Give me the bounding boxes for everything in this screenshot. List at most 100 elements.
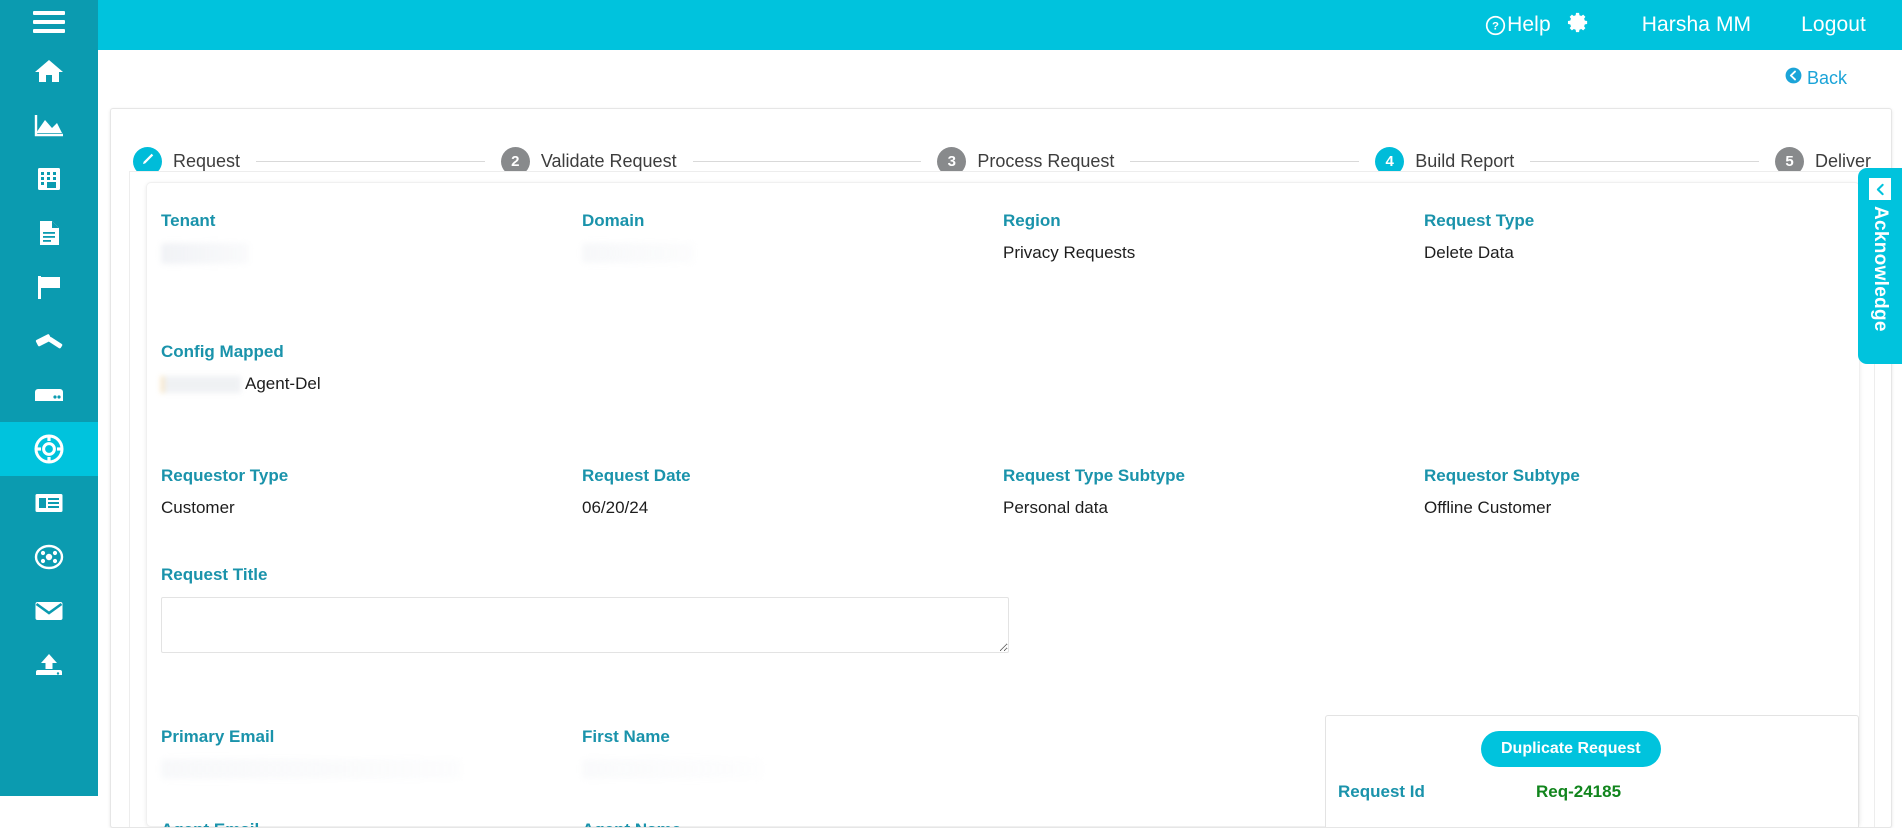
sidebar-item-records[interactable]	[0, 476, 98, 530]
field-region: Region Privacy Requests	[1003, 211, 1424, 269]
top-navigation-bar: ? Help Harsha MM Logout	[98, 0, 1902, 50]
request-details-container: Tenant Domain Region Privacy Requests Re…	[129, 171, 1875, 827]
field-config-mapped-value: Agent-Del	[245, 374, 321, 393]
step-connector-1	[256, 160, 485, 162]
document-icon	[37, 219, 61, 247]
request-id-label: Request Id	[1338, 782, 1425, 801]
step-connector-4	[1530, 160, 1760, 162]
form-row-3: Requestor Type Customer Request Date 06/…	[147, 466, 1859, 518]
row-spacer-3	[147, 518, 1859, 565]
field-requestor-subtype: Requestor Subtype Offline Customer	[1424, 466, 1845, 518]
field-request-date: Request Date 06/20/24	[582, 466, 1003, 518]
field-first-name-value	[582, 759, 762, 779]
svg-text:?: ?	[1492, 20, 1499, 32]
form-row-2: Config Mapped Agent-Del	[147, 342, 1859, 394]
help-label: Help	[1507, 13, 1551, 36]
field-tenant-label: Tenant	[161, 211, 216, 230]
step-connector-3	[1130, 160, 1360, 162]
field-tenant: Tenant	[161, 211, 582, 269]
back-button[interactable]: Back	[1785, 67, 1847, 89]
form-row-4: Request Title	[147, 565, 1859, 653]
sidebar-item-home[interactable]	[0, 44, 98, 98]
chart-area-icon	[34, 113, 64, 137]
field-domain: Domain	[582, 211, 1003, 269]
field-domain-label: Domain	[582, 211, 645, 230]
field-domain-value	[582, 243, 694, 263]
hamburger-menu-icon	[32, 9, 66, 35]
chevron-left-circle-icon	[1785, 67, 1802, 89]
field-requestor-subtype-value: Offline Customer	[1424, 498, 1552, 517]
sidebar-item-documents[interactable]	[0, 206, 98, 260]
back-label: Back	[1806, 67, 1847, 88]
field-request-title: Request Title	[161, 565, 1027, 653]
field-requestor-type: Requestor Type Customer	[161, 466, 582, 518]
field-agent-email: Agent Email	[161, 820, 582, 827]
request-id-value: Req-24185	[1536, 782, 1622, 801]
sidebar-item-organization[interactable]	[0, 152, 98, 206]
sidebar-item-upload[interactable]	[0, 638, 98, 692]
upload-icon	[34, 653, 64, 677]
field-first-name: First Name	[582, 727, 1079, 784]
request-id-row: Request Id Req-24185	[1326, 782, 1858, 802]
sidebar-item-legal[interactable]	[0, 314, 98, 368]
field-request-date-label: Request Date	[582, 466, 691, 485]
sidebar-item-storage[interactable]	[0, 368, 98, 422]
field-requestor-subtype-label: Requestor Subtype	[1424, 466, 1580, 485]
step-4-label: Build Report	[1415, 150, 1515, 171]
help-button[interactable]: ? Help	[1485, 13, 1551, 37]
lifebuoy-icon	[34, 434, 64, 464]
acknowledge-label: Acknowledge	[1870, 206, 1891, 332]
step-2-label: Validate Request	[540, 150, 677, 171]
gear-icon	[1567, 11, 1590, 39]
request-title-input[interactable]	[161, 597, 1009, 653]
duplicate-request-button[interactable]: Duplicate Request	[1481, 731, 1661, 767]
field-request-type-label: Request Type	[1424, 211, 1535, 230]
pencil-icon	[140, 152, 155, 171]
field-primary-email-label: Primary Email	[161, 727, 275, 746]
main-panel: Request 2 Validate Request 3 Process Req…	[110, 108, 1892, 828]
server-icon	[34, 385, 64, 405]
request-summary-card: Duplicate Request Request Id Req-24185 S…	[1325, 715, 1859, 827]
field-config-mapped-label: Config Mapped	[161, 342, 284, 361]
envelope-icon	[34, 600, 64, 622]
chevron-left-icon	[1869, 178, 1891, 200]
flag-icon	[35, 274, 63, 300]
compass-icon	[34, 544, 64, 570]
settings-button[interactable]	[1567, 11, 1590, 39]
field-requestor-type-label: Requestor Type	[161, 466, 289, 485]
field-requestor-type-value: Customer	[161, 498, 235, 517]
field-first-name-label: First Name	[582, 727, 670, 746]
back-bar: Back	[98, 50, 1902, 106]
question-circle-icon: ?	[1485, 15, 1506, 36]
list-card-icon	[34, 492, 64, 514]
sidebar	[0, 0, 98, 796]
field-config-mapped-value-wrap: Agent-Del	[161, 374, 564, 394]
home-icon	[34, 58, 64, 84]
user-name-label[interactable]: Harsha MM	[1642, 13, 1751, 37]
field-request-title-label: Request Title	[161, 565, 268, 584]
sidebar-item-analytics[interactable]	[0, 98, 98, 152]
field-request-date-value: 06/20/24	[582, 498, 649, 517]
field-primary-email: Primary Email	[161, 727, 582, 784]
field-agent-email-label: Agent Email	[161, 820, 564, 827]
field-primary-email-value	[161, 759, 461, 779]
sidebar-item-mail[interactable]	[0, 584, 98, 638]
field-request-type-subtype-value: Personal data	[1003, 498, 1108, 517]
sidebar-item-support[interactable]	[0, 422, 98, 476]
request-details-form: Tenant Domain Region Privacy Requests Re…	[146, 182, 1860, 827]
field-agent-name-label: Agent Name	[582, 820, 1061, 827]
sidebar-item-discovery[interactable]	[0, 530, 98, 584]
field-request-type-value: Delete Data	[1424, 243, 1514, 262]
field-region-value: Privacy Requests	[1003, 243, 1136, 262]
sidebar-item-menu-toggle[interactable]	[0, 0, 98, 44]
redacted-text	[161, 375, 241, 393]
field-agent-name: Agent Name	[582, 820, 1079, 827]
building-icon	[36, 166, 62, 192]
form-row-1: Tenant Domain Region Privacy Requests Re…	[147, 211, 1859, 269]
field-config-mapped: Config Mapped Agent-Del	[161, 342, 582, 394]
acknowledge-tab[interactable]: Acknowledge	[1858, 168, 1902, 364]
field-tenant-value	[161, 243, 249, 264]
logout-button[interactable]: Logout	[1801, 13, 1866, 37]
step-1-label: Request	[173, 150, 241, 171]
sidebar-item-flags[interactable]	[0, 260, 98, 314]
